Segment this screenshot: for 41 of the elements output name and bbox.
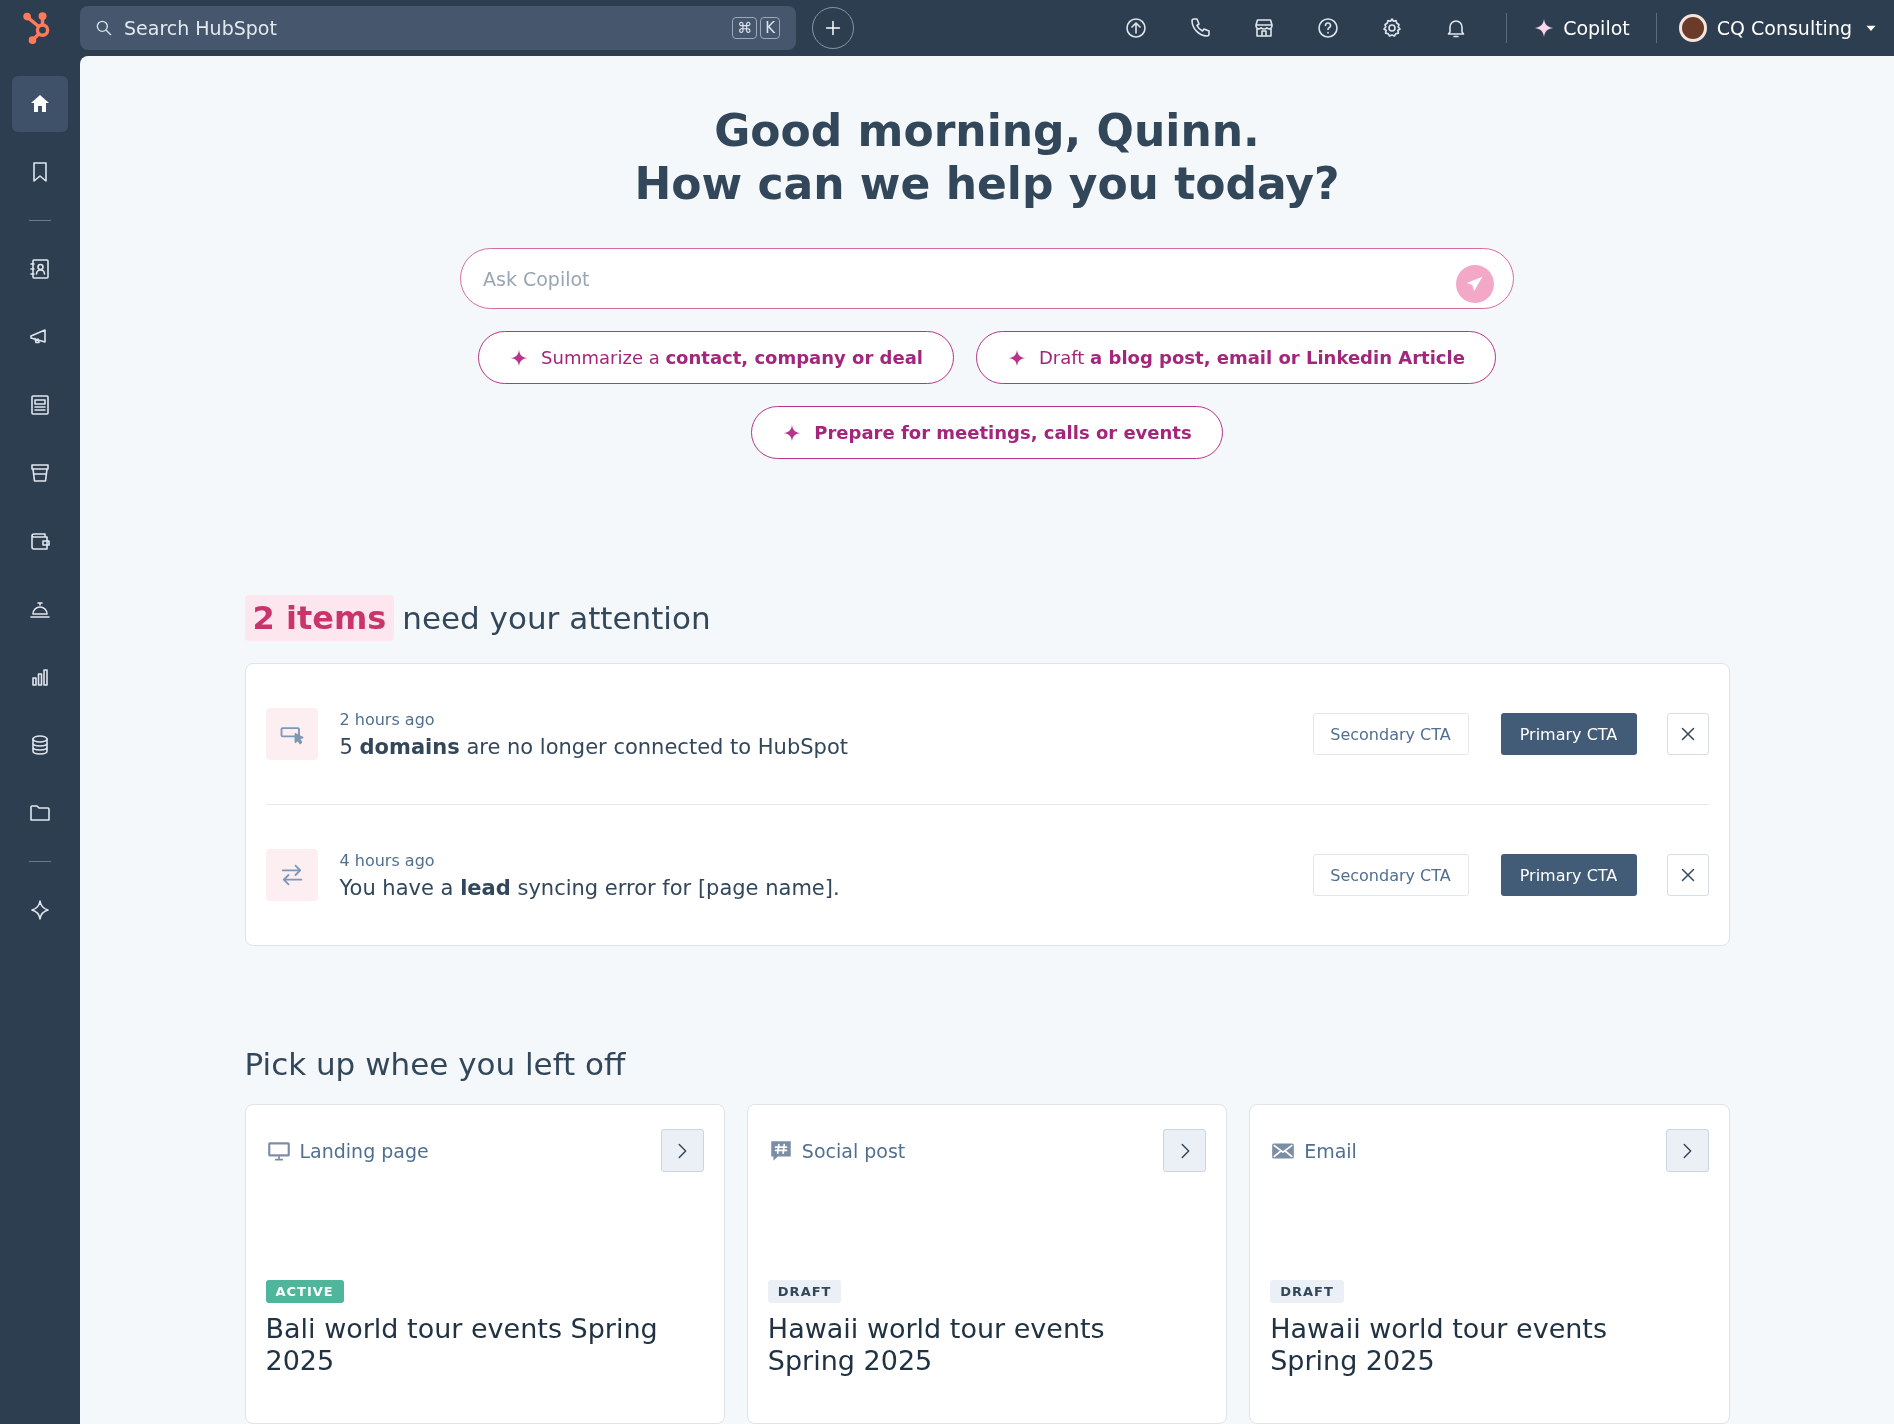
contact-card-icon[interactable] [28, 257, 52, 281]
content-type-label: Email [1304, 1139, 1358, 1162]
content-type-label: Social post [801, 1139, 907, 1162]
section-heading: need your attention [402, 600, 711, 636]
section-heading: Pick up whee you left off [244, 1046, 627, 1082]
timestamp: 2 hours ago [339, 709, 436, 729]
sparkle-icon[interactable] [28, 898, 52, 922]
close-button[interactable] [1666, 713, 1709, 755]
primary-button[interactable]: Primary CTA [1500, 713, 1637, 755]
secondary-button[interactable]: Secondary CTA [1312, 854, 1469, 896]
status-tag: DRAFT [767, 1280, 842, 1303]
help-icon[interactable] [1316, 16, 1341, 40]
suggestion-chip[interactable]: Summarize a contact, company or deal [478, 331, 954, 384]
document-icon[interactable] [28, 393, 52, 417]
primary-button[interactable]: Primary CTA [1500, 854, 1637, 896]
timestamp: 4 hours ago [339, 850, 436, 870]
secondary-button[interactable]: Secondary CTA [1312, 713, 1469, 755]
copilot-prompt-field[interactable]: Ask Copilot [460, 248, 1514, 309]
content-title: Hawaii world tour events Spring 2025 [1270, 1313, 1608, 1377]
greeting-heading: Good morning, Quinn. [713, 104, 1261, 157]
search-icon [94, 18, 114, 38]
content-title: Bali world tour events Spring 2025 [265, 1313, 659, 1377]
notification-message: 5 domains are no longer connected to HubSpot [339, 734, 849, 759]
content-type-label: Landing page [299, 1139, 430, 1162]
bucket-icon[interactable] [28, 461, 52, 485]
notification-message: You have a lead syncing error for [page name]. [339, 875, 841, 900]
avatar [1678, 14, 1707, 42]
suggestion-chip[interactable]: Prepare for meetings, calls or events [751, 406, 1223, 459]
copilot-button[interactable]: Copilot [1525, 11, 1638, 45]
suggestion-chip[interactable]: Draft a blog post, email or Linkedin Article [976, 331, 1496, 384]
status-tag: ACTIVE [265, 1280, 344, 1303]
greeting-heading: How can we help you today? [634, 157, 1340, 210]
phone-icon[interactable] [1188, 16, 1213, 40]
content-title: Hawaii world tour events Spring 2025 [767, 1313, 1106, 1377]
close-button[interactable] [1666, 854, 1709, 896]
arrow-up-circle-icon[interactable] [1124, 16, 1149, 40]
account-menu[interactable]: CQ Consulting [1674, 8, 1884, 48]
keyboard-key: ⌘ [732, 17, 758, 39]
keyboard-key: K [760, 17, 780, 39]
item-count-badge: 2 items [244, 595, 395, 641]
status-tag: DRAFT [1270, 1280, 1344, 1303]
